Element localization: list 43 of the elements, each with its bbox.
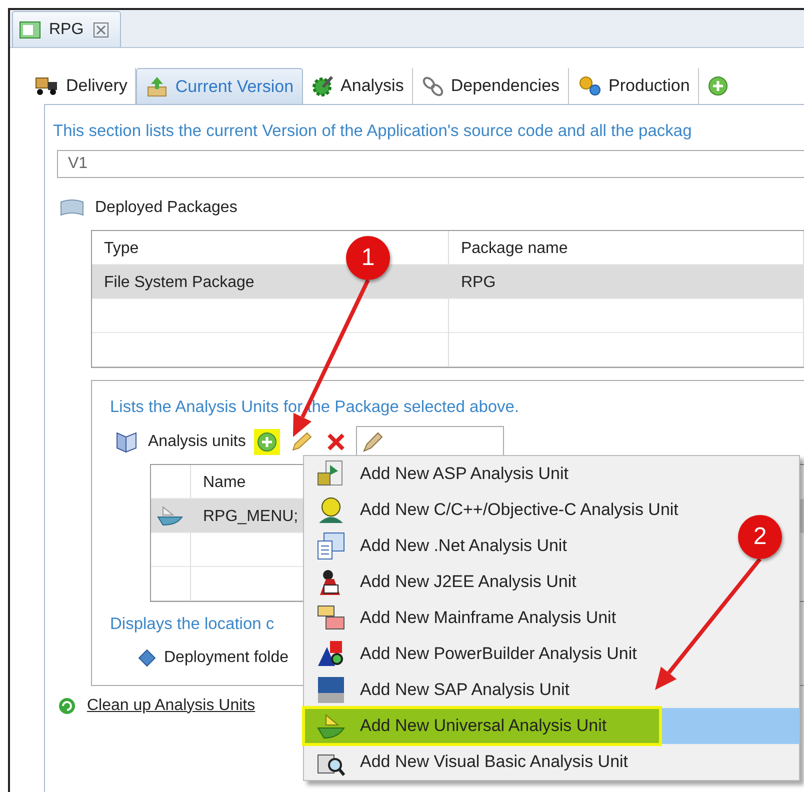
menu-item[interactable]: Add New SAP Analysis Unit: [304, 672, 578, 708]
description-text: This section lists the current Version of the Application's source code and all the packag: [53, 121, 692, 142]
pencil-icon: [290, 430, 314, 452]
tab[interactable]: Analysis: [302, 68, 413, 104]
boat-icon: [157, 504, 183, 526]
package-icon: [59, 198, 85, 218]
tab[interactable]: Production: [568, 68, 699, 104]
chain-icon: [420, 75, 445, 97]
menu-item[interactable]: Add New .Net Analysis Unit: [304, 528, 575, 564]
delete-icon: [326, 432, 346, 452]
table-cell: File System Package: [104, 274, 254, 291]
table-cell: RPG: [460, 274, 496, 291]
table-cell: RPG_MENU;: [203, 508, 298, 524]
refresh-icon: [57, 696, 77, 716]
add-button[interactable]: [254, 428, 280, 454]
box-upload-icon: [145, 76, 170, 98]
shapes-search-icon: [316, 639, 346, 669]
close-icon[interactable]: [92, 20, 110, 38]
truck-icon: [34, 75, 60, 97]
section-description: Displays the location c: [110, 614, 274, 634]
menu-item[interactable]: Add New Universal Analysis Unit: [304, 708, 799, 744]
add-icon: [256, 430, 278, 452]
menu-item[interactable]: Add New PowerBuilder Analysis Unit: [304, 636, 645, 672]
tab-title: RPG: [49, 20, 84, 40]
field-label: Deployment folde: [164, 648, 289, 668]
diamond-icon: [138, 649, 156, 668]
section-title: Deployed Packages: [95, 198, 238, 218]
window-icon: [316, 531, 346, 561]
menu-item[interactable]: Add New Mainframe Analysis Unit: [304, 600, 624, 636]
gear-icon: [310, 75, 335, 97]
input-field[interactable]: [356, 426, 504, 458]
boat-icon: [316, 711, 346, 741]
editor-tab[interactable]: RPG: [12, 11, 121, 47]
menu-item[interactable]: Add New J2EE Analysis Unit: [304, 564, 584, 600]
add-tab-icon[interactable]: [706, 75, 729, 97]
table-row[interactable]: File System Package RPG: [92, 264, 804, 299]
cleanup-link[interactable]: Clean up Analysis Units: [87, 694, 256, 718]
menu-item[interactable]: Add New Visual Basic Analysis Unit: [304, 744, 636, 780]
section-label: Analysis units: [148, 432, 246, 452]
tab[interactable]: Current Version: [136, 68, 303, 104]
callout-badge: 1: [346, 236, 390, 280]
gears-icon: [576, 75, 603, 97]
version-field[interactable]: V1: [57, 150, 804, 178]
